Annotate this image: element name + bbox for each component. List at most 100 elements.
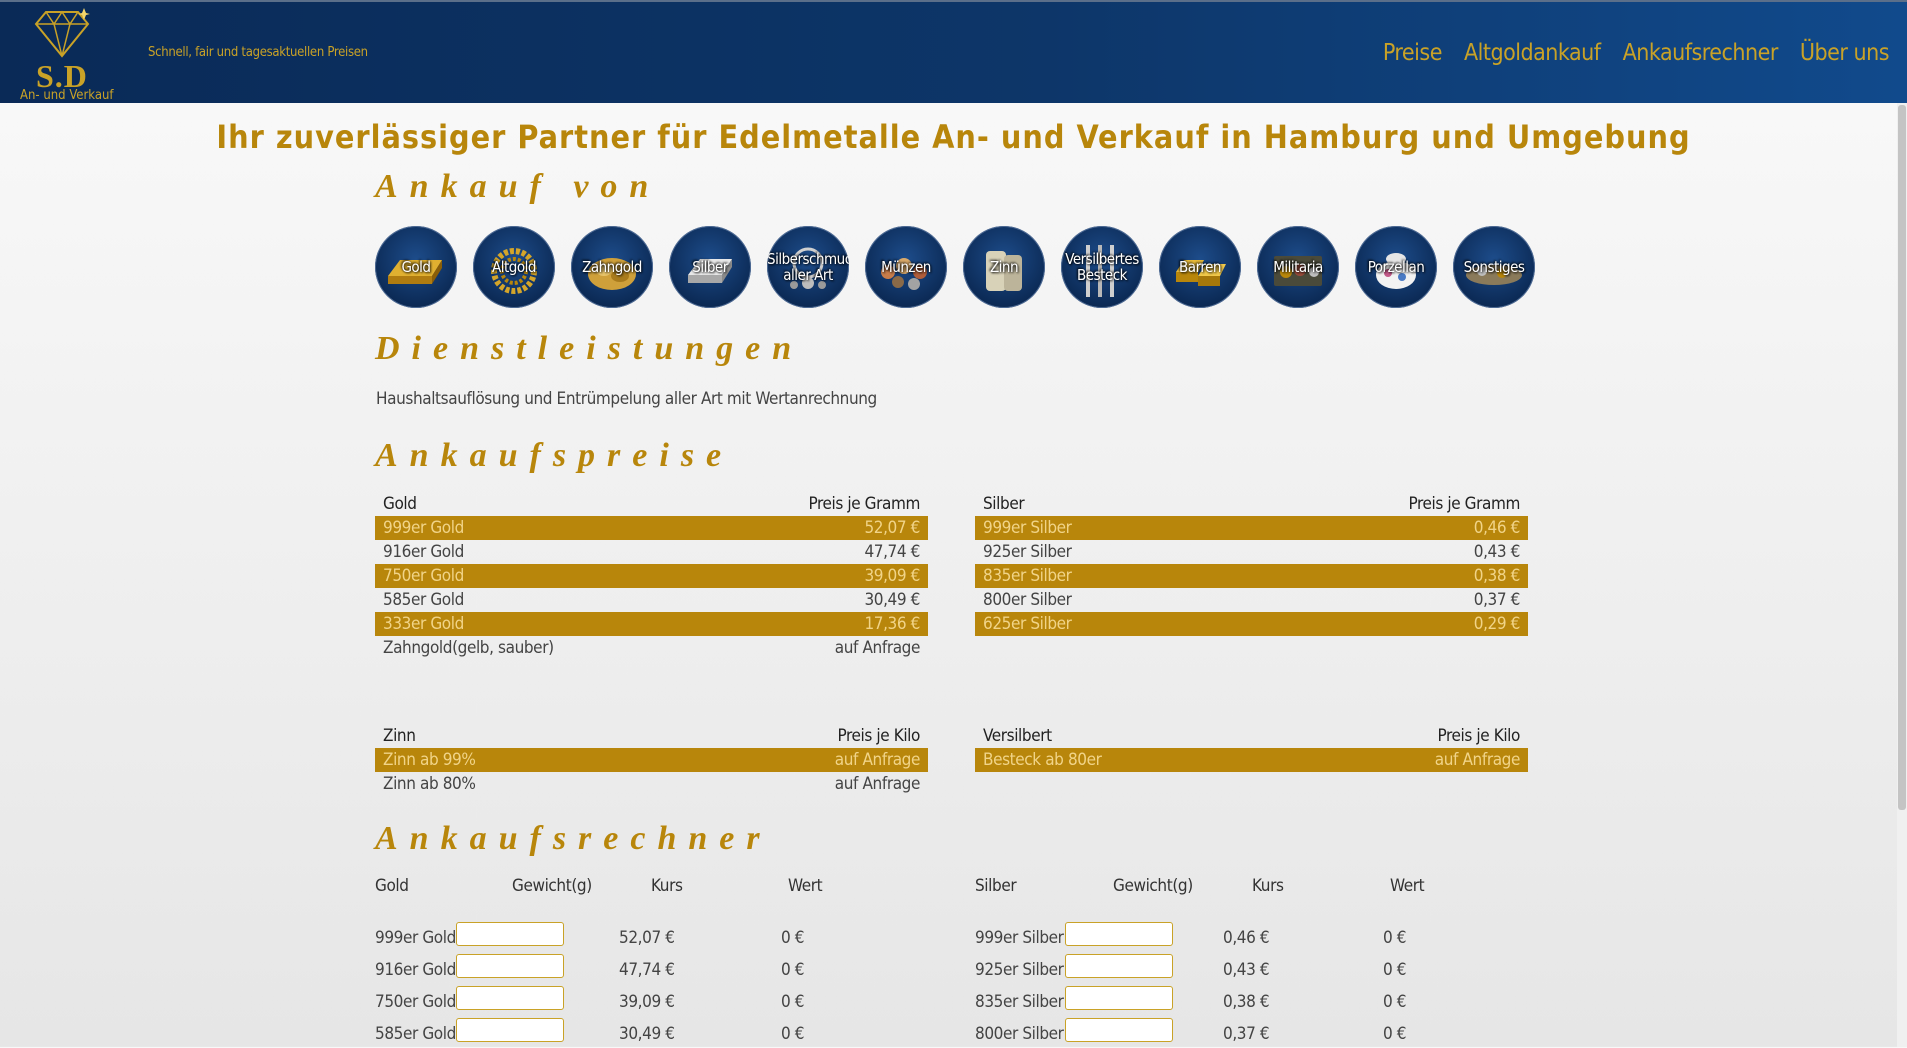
table-cell: 0,43 € bbox=[1473, 542, 1521, 562]
calc-header-cell: Wert bbox=[1390, 876, 1425, 896]
weight-input[interactable] bbox=[1065, 1018, 1173, 1042]
versilbert-price-table: Versilbert Preis je Kilo Besteck ab 80er a… bbox=[975, 724, 1528, 772]
category-label: Barren bbox=[1179, 258, 1221, 276]
table-cell: auf Anfrage bbox=[834, 774, 921, 794]
nav-altgoldankauf[interactable]: Altgoldankauf bbox=[1464, 40, 1601, 66]
calc-rate: 0,46 € bbox=[1223, 928, 1270, 948]
calc-value: 0 € bbox=[781, 992, 805, 1012]
nav-ankaufsrechner[interactable]: Ankaufsrechner bbox=[1623, 40, 1779, 66]
scrollbar-thumb[interactable] bbox=[1898, 105, 1906, 810]
calc-header: Silber Gewicht(g) Kurs Wert bbox=[975, 876, 1535, 908]
table-row: 999er Silber 0,46 € bbox=[975, 516, 1528, 540]
silber-calculator: Silber Gewicht(g) Kurs Wert 999er Silber… bbox=[975, 876, 1535, 1048]
category-label: Sonstiges bbox=[1463, 258, 1525, 276]
table-cell: 916er Gold bbox=[383, 542, 464, 562]
calc-row: 925er Silber 0,43 € 0 € bbox=[975, 952, 1535, 984]
section-title-ankauf: Ankauf von bbox=[375, 168, 661, 205]
category-label: Silberschmuck aller Art bbox=[767, 250, 849, 284]
calc-label: 999er Silber bbox=[975, 928, 1064, 948]
table-row: 999er Gold 52,07 € bbox=[375, 516, 928, 540]
calc-value: 0 € bbox=[781, 1024, 805, 1044]
section-title-dienstleistungen: Dienstleistungen bbox=[375, 330, 804, 367]
calc-header-cell: Gold bbox=[375, 876, 409, 896]
weight-input[interactable] bbox=[456, 954, 564, 978]
calc-value: 0 € bbox=[1383, 1024, 1407, 1044]
table-row: 916er Gold 47,74 € bbox=[375, 540, 928, 564]
category-besteck[interactable]: Versilbertes Besteck bbox=[1061, 226, 1143, 308]
table-cell: Zahngold(gelb, sauber) bbox=[383, 638, 554, 658]
category-label: Gold bbox=[401, 258, 431, 276]
section-title-ankaufspreise: Ankaufspreise bbox=[375, 437, 734, 474]
page-headline: Ihr zuverlässiger Partner für Edelmetall… bbox=[216, 118, 1691, 156]
category-porzellan[interactable]: Porzellan bbox=[1355, 226, 1437, 308]
calc-label: 800er Silber bbox=[975, 1024, 1064, 1044]
table-cell: 39,09 € bbox=[864, 566, 920, 586]
table-header-cell: Versilbert bbox=[983, 726, 1052, 746]
weight-input[interactable] bbox=[456, 986, 564, 1010]
calc-header: Gold Gewicht(g) Kurs Wert bbox=[375, 876, 935, 908]
calc-row: 916er Gold 47,74 € 0 € bbox=[375, 952, 935, 984]
table-row: 835er Silber 0,38 € bbox=[975, 564, 1528, 588]
category-sonstiges[interactable]: Sonstiges bbox=[1453, 226, 1535, 308]
tagline: Schnell, fair und tagesaktuellen Preisen bbox=[148, 45, 368, 60]
category-gold[interactable]: Gold bbox=[375, 226, 457, 308]
calc-value: 0 € bbox=[1383, 928, 1407, 948]
weight-input[interactable] bbox=[456, 1018, 564, 1042]
calc-label: 925er Silber bbox=[975, 960, 1064, 980]
scrollbar[interactable] bbox=[1897, 103, 1907, 1047]
table-cell: 0,37 € bbox=[1473, 590, 1521, 610]
table-row: 333er Gold 17,36 € bbox=[375, 612, 928, 636]
table-header-cell: Gold bbox=[383, 494, 417, 514]
category-label: Versilbertes Besteck bbox=[1065, 250, 1139, 284]
calc-rate: 0,43 € bbox=[1223, 960, 1270, 980]
calc-label: 835er Silber bbox=[975, 992, 1064, 1012]
logo-subtitle: An- und Verkauf bbox=[20, 88, 114, 103]
calc-header-cell: Silber bbox=[975, 876, 1017, 896]
category-muenzen[interactable]: Münzen bbox=[865, 226, 947, 308]
table-row: Zinn ab 80% auf Anfrage bbox=[375, 772, 928, 796]
table-cell: 52,07 € bbox=[864, 518, 920, 538]
diamond-icon bbox=[34, 8, 90, 58]
weight-input[interactable] bbox=[1065, 922, 1173, 946]
weight-input[interactable] bbox=[1065, 954, 1173, 978]
weight-input[interactable] bbox=[456, 922, 564, 946]
category-zinn[interactable]: Zinn bbox=[963, 226, 1045, 308]
table-cell: 47,74 € bbox=[864, 542, 920, 562]
table-cell: 800er Silber bbox=[983, 590, 1072, 610]
site-header: S.D An- und Verkauf Schnell, fair und ta… bbox=[0, 0, 1907, 103]
gold-price-table: Gold Preis je Gramm 999er Gold 52,07 € 916… bbox=[375, 492, 928, 660]
table-header: Versilbert Preis je Kilo bbox=[975, 724, 1528, 748]
table-header-cell: Preis je Kilo bbox=[1437, 726, 1520, 746]
category-silberschmuck[interactable]: Silberschmuck aller Art bbox=[767, 226, 849, 308]
calc-row: 750er Gold 39,09 € 0 € bbox=[375, 984, 935, 1016]
category-militaria[interactable]: Militaria bbox=[1257, 226, 1339, 308]
logo[interactable]: S.D An- und Verkauf bbox=[16, 6, 116, 103]
calc-header-cell: Wert bbox=[788, 876, 823, 896]
table-cell: auf Anfrage bbox=[834, 638, 921, 658]
category-altgold[interactable]: Altgold bbox=[473, 226, 555, 308]
silber-price-table: Silber Preis je Gramm 999er Silber 0,46 € … bbox=[975, 492, 1528, 636]
category-barren[interactable]: Barren bbox=[1159, 226, 1241, 308]
table-cell: 925er Silber bbox=[983, 542, 1072, 562]
nav-preise[interactable]: Preise bbox=[1383, 40, 1443, 66]
table-header-cell: Silber bbox=[983, 494, 1025, 514]
table-cell: 0,29 € bbox=[1473, 614, 1521, 634]
weight-input[interactable] bbox=[1065, 986, 1173, 1010]
section-title-ankaufsrechner: Ankaufsrechner bbox=[375, 820, 772, 857]
main-nav: Preise Altgoldankauf Ankaufsrechner Über… bbox=[1383, 40, 1890, 66]
table-header-cell: Zinn bbox=[383, 726, 416, 746]
table-header-cell: Preis je Kilo bbox=[837, 726, 920, 746]
gold-calculator: Gold Gewicht(g) Kurs Wert 999er Gold 52,0… bbox=[375, 876, 935, 1048]
category-zahngold[interactable]: Zahngold bbox=[571, 226, 653, 308]
category-label: Porzellan bbox=[1367, 258, 1425, 276]
calc-rate: 0,37 € bbox=[1223, 1024, 1270, 1044]
category-label: Münzen bbox=[881, 258, 931, 276]
table-cell: auf Anfrage bbox=[834, 750, 921, 770]
category-silber[interactable]: Silber bbox=[669, 226, 751, 308]
table-row: Zinn ab 99% auf Anfrage bbox=[375, 748, 928, 772]
category-label: Zahngold bbox=[582, 258, 642, 276]
table-header: Zinn Preis je Kilo bbox=[375, 724, 928, 748]
page: S.D An- und Verkauf Schnell, fair und ta… bbox=[0, 0, 1907, 1047]
nav-ueber-uns[interactable]: Über uns bbox=[1800, 40, 1890, 66]
category-label: Militaria bbox=[1273, 258, 1323, 276]
